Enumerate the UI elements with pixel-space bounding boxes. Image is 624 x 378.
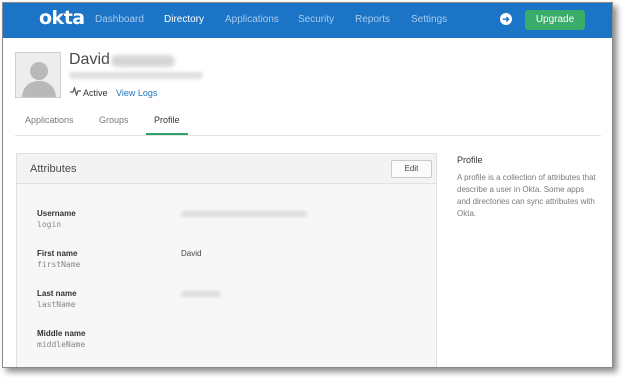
attr-var-middlename: middleName bbox=[37, 340, 86, 349]
nav-item-reports[interactable]: Reports bbox=[355, 14, 390, 25]
view-logs-link[interactable]: View Logs bbox=[116, 88, 157, 98]
app-window: okta Dashboard Directory Applications Se… bbox=[2, 2, 613, 368]
nav-item-dashboard[interactable]: Dashboard bbox=[95, 14, 144, 25]
attr-label-last-name: Last name bbox=[37, 289, 77, 298]
attr-var-firstname: firstName bbox=[37, 260, 81, 269]
attr-var-login: login bbox=[37, 220, 62, 229]
okta-logo[interactable]: okta bbox=[39, 7, 85, 29]
attr-label-first-name: First name bbox=[37, 249, 78, 258]
attr-var-lastname: lastName bbox=[37, 300, 76, 309]
tab-groups[interactable]: Groups bbox=[99, 115, 129, 125]
redacted-email bbox=[69, 72, 203, 79]
redacted-username-value bbox=[181, 211, 307, 217]
redacted-last-name-value bbox=[181, 291, 221, 297]
attr-value-first-name: David bbox=[181, 249, 202, 258]
user-silhouette-icon bbox=[16, 53, 60, 97]
top-navigation: okta Dashboard Directory Applications Se… bbox=[3, 3, 612, 38]
tab-applications[interactable]: Applications bbox=[25, 115, 74, 125]
avatar bbox=[15, 52, 61, 98]
help-text: A profile is a collection of attributes … bbox=[457, 173, 596, 218]
attr-label-username: Username bbox=[37, 209, 76, 218]
upgrade-button[interactable]: Upgrade bbox=[525, 10, 585, 30]
nav-item-settings[interactable]: Settings bbox=[411, 14, 447, 25]
help-title: Profile bbox=[457, 155, 483, 165]
tabs-divider bbox=[15, 135, 601, 136]
attributes-panel: Attributes Edit Username login First nam… bbox=[16, 153, 437, 367]
edit-button[interactable]: Edit bbox=[391, 160, 432, 178]
attr-label-middle-name: Middle name bbox=[37, 329, 86, 338]
attributes-panel-header: Attributes Edit bbox=[17, 154, 436, 184]
nav-item-applications[interactable]: Applications bbox=[225, 14, 279, 25]
activity-pulse-icon bbox=[70, 86, 81, 98]
nav-item-directory[interactable]: Directory bbox=[164, 14, 204, 25]
user-first-name: David bbox=[69, 51, 110, 68]
nav-item-security[interactable]: Security bbox=[298, 14, 334, 25]
user-status: Active bbox=[83, 88, 108, 98]
redacted-last-name bbox=[111, 55, 175, 67]
arrow-right-circle-icon[interactable]: ➜ bbox=[500, 13, 512, 25]
attributes-title: Attributes bbox=[30, 163, 77, 175]
tab-profile[interactable]: Profile bbox=[154, 115, 180, 125]
